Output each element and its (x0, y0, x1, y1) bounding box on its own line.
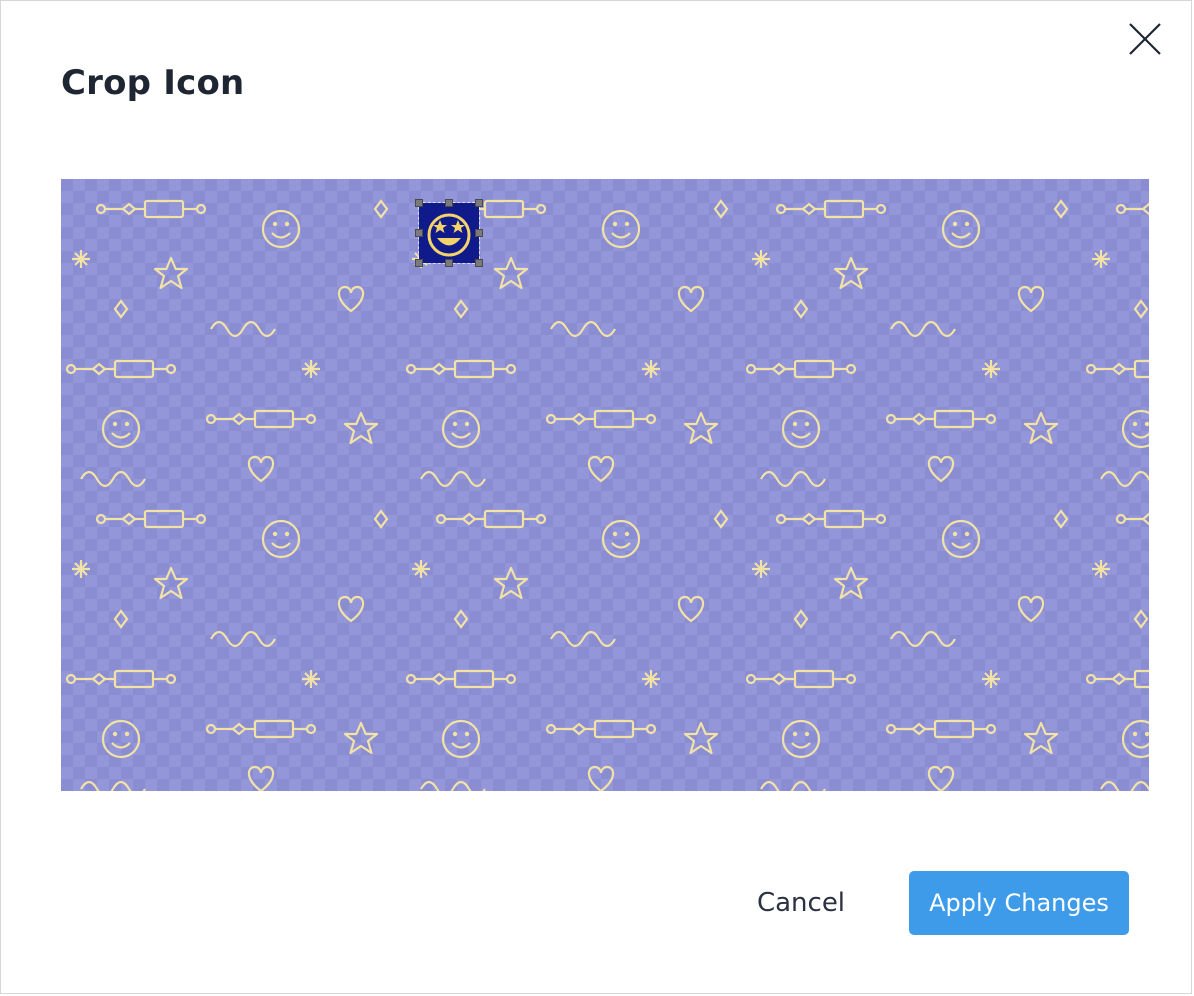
crop-selection-box[interactable] (415, 199, 483, 267)
close-icon (1129, 23, 1161, 55)
apply-changes-button[interactable]: Apply Changes (909, 871, 1129, 935)
crop-handle-top[interactable] (445, 199, 453, 207)
crop-image-area[interactable] (61, 179, 1149, 791)
dialog-title: Crop Icon (61, 63, 245, 103)
crop-handle-right[interactable] (475, 229, 483, 237)
star-struck-emoji-icon (427, 213, 471, 257)
crop-handle-bottom-left[interactable] (415, 259, 423, 267)
cancel-button[interactable]: Cancel (741, 873, 861, 933)
close-button[interactable] (1125, 19, 1165, 59)
crop-icon-dialog: Crop Icon Cancel Apply Changes (0, 0, 1192, 994)
crop-handle-bottom[interactable] (445, 259, 453, 267)
crop-handle-left[interactable] (415, 229, 423, 237)
crop-handle-top-left[interactable] (415, 199, 423, 207)
crop-handle-top-right[interactable] (475, 199, 483, 207)
crop-handle-bottom-right[interactable] (475, 259, 483, 267)
doodle-pattern-image (61, 179, 1149, 791)
